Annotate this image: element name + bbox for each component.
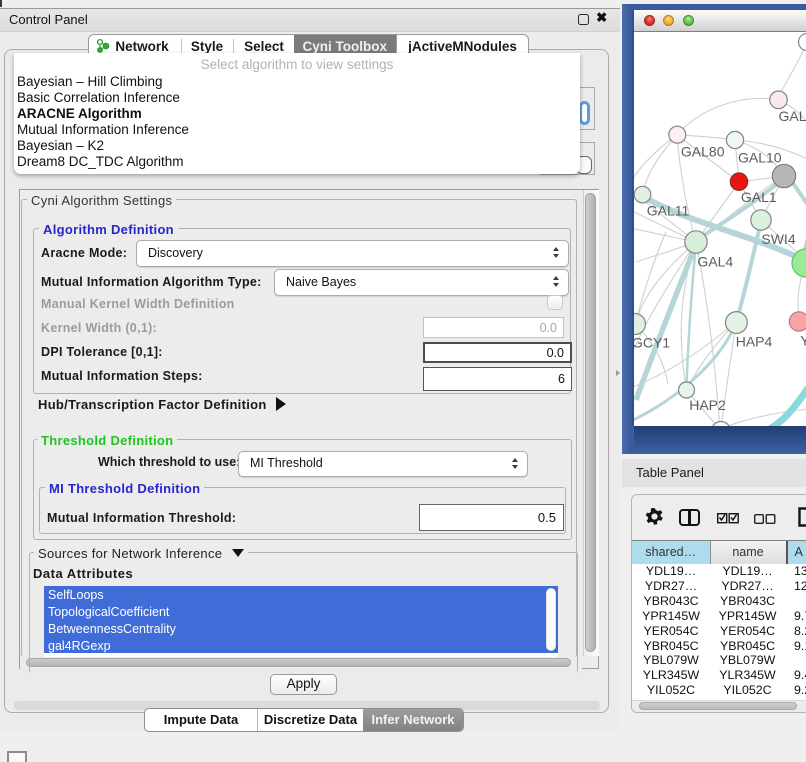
svg-text:GAL80: GAL80 bbox=[681, 144, 725, 160]
svg-text:HAP2: HAP2 bbox=[689, 397, 726, 413]
svg-text:Y: Y bbox=[800, 333, 806, 349]
svg-text:SWI4: SWI4 bbox=[761, 231, 795, 247]
svg-text:GAL10: GAL10 bbox=[738, 150, 782, 166]
svg-text:GAL2: GAL2 bbox=[779, 108, 806, 124]
svg-text:GAL1: GAL1 bbox=[741, 189, 777, 205]
svg-text:GAL11: GAL11 bbox=[647, 203, 690, 219]
svg-text:GAL4: GAL4 bbox=[697, 254, 733, 270]
svg-text:GCY1: GCY1 bbox=[634, 335, 670, 351]
svg-text:HAP4: HAP4 bbox=[736, 334, 773, 350]
